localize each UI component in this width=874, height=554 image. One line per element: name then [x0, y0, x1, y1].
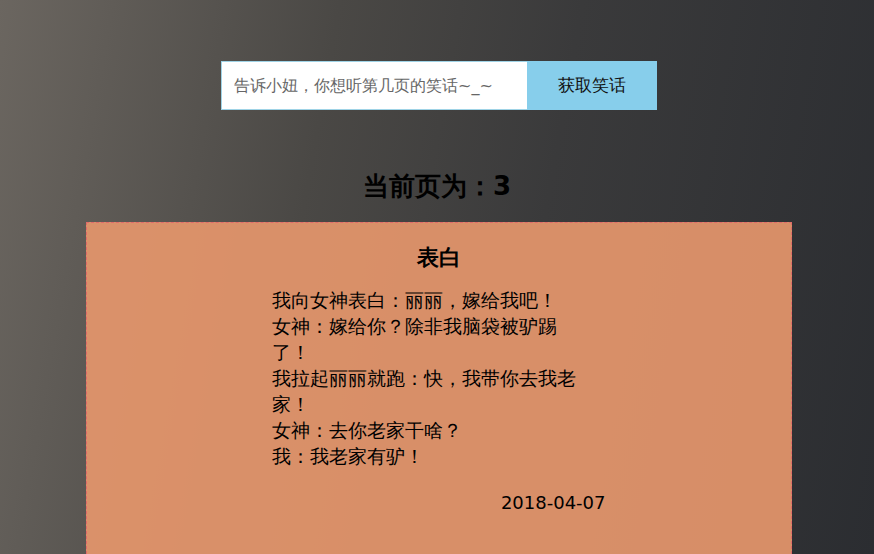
- joke-line: 女神：去你老家干啥？: [272, 417, 584, 443]
- page: 获取笑话当前页为：3 表白我向女神表白：丽丽，嫁给我吧！女神：嫁给你？除非我脑袋被…: [0, 0, 874, 554]
- joke-line: 女神：嫁给你？除非我脑袋被驴踢了！: [272, 313, 584, 365]
- joke-text: 我向女神表白：丽丽，嫁给我吧！女神：嫁给你？除非我脑袋被驴踢了！我拉起丽丽就跑：…: [272, 287, 584, 469]
- joke-card: 表白我向女神表白：丽丽，嫁给我吧！女神：嫁给你？除非我脑袋被驴踢了！我拉起丽丽就…: [86, 222, 792, 554]
- joke-line: 我向女神表白：丽丽，嫁给我吧！: [272, 287, 584, 313]
- joke-line: 我：我老家有驴！: [272, 443, 584, 469]
- get-jokes-button[interactable]: 获取笑话: [527, 61, 657, 110]
- joke-body: 我向女神表白：丽丽，嫁给我吧！女神：嫁给你？除非我脑袋被驴踢了！我拉起丽丽就跑：…: [272, 287, 606, 515]
- joke-date: 2018-04-07: [272, 491, 606, 515]
- joke-line: 我拉起丽丽就跑：快，我带你去我老家！: [272, 365, 584, 417]
- search-bar: 获取笑话: [221, 61, 657, 110]
- current-page-heading: 当前页为：3: [363, 170, 511, 202]
- page-input[interactable]: [221, 61, 527, 110]
- joke-title: 表白: [417, 243, 461, 273]
